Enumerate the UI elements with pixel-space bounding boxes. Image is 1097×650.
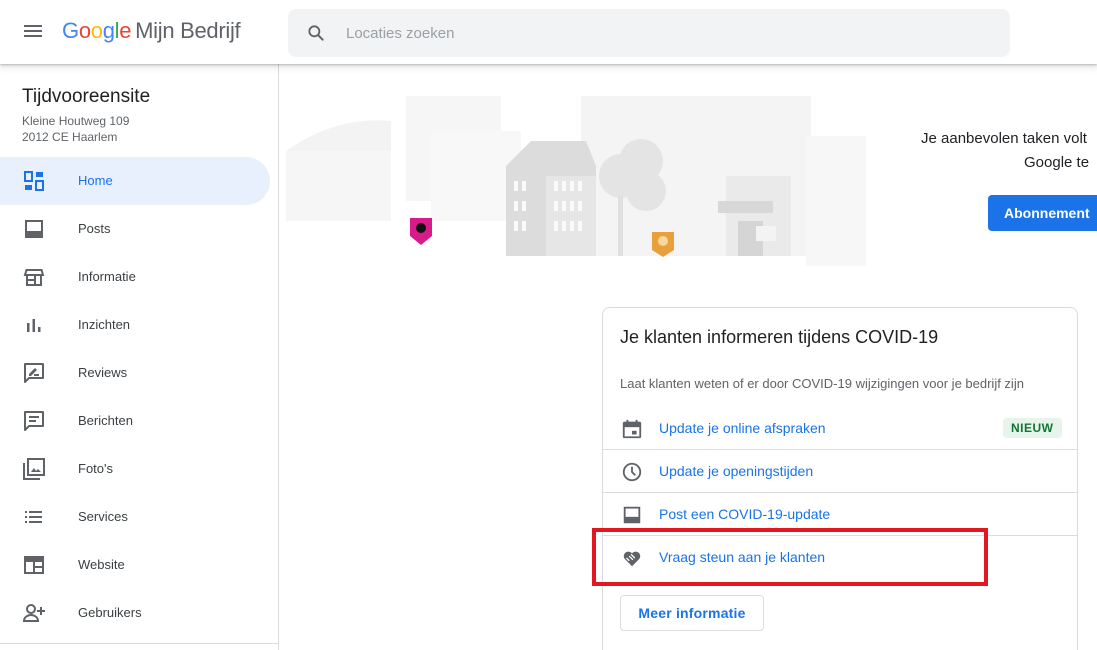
hamburger-bar	[24, 30, 42, 32]
add-user-icon	[22, 604, 45, 622]
app-header: Google Mijn Bedrijf	[0, 0, 1097, 64]
main-menu-button[interactable]	[22, 22, 46, 42]
card-subtitle: Laat klanten weten of er door COVID-19 w…	[620, 376, 1024, 391]
sidebar-item-services[interactable]: Services	[0, 493, 270, 541]
new-badge: NIEUW	[1003, 418, 1062, 438]
sidebar-item-reviews[interactable]: Reviews	[0, 349, 270, 397]
storefront-icon	[23, 269, 45, 286]
sidebar-item-home[interactable]: Home	[0, 157, 270, 205]
storefront-illustration	[286, 96, 866, 266]
sidebar-item-label: Services	[78, 509, 128, 524]
hamburger-bar	[24, 25, 42, 27]
messages-icon	[24, 411, 44, 431]
handshake-heart-icon	[623, 551, 641, 567]
reviews-icon	[24, 363, 44, 383]
product-name: Mijn Bedrijf	[135, 18, 241, 43]
search-input[interactable]	[346, 9, 986, 57]
sidebar-item-website[interactable]: Website	[0, 541, 270, 589]
update-appointments-row[interactable]: Update je online afspraken NIEUW	[603, 407, 1077, 450]
post-icon	[623, 506, 641, 524]
row-link[interactable]: Post een COVID-19-update	[659, 506, 830, 522]
website-icon	[24, 556, 44, 574]
dashboard-icon	[24, 171, 44, 191]
calendar-icon	[622, 419, 642, 439]
sidebar-item-label: Website	[78, 557, 125, 572]
row-link[interactable]: Update je openingstijden	[659, 463, 813, 479]
search-icon	[308, 25, 324, 41]
sidebar-nav: Home Posts Informatie Inzichten Reviews …	[0, 157, 279, 637]
post-covid-update-row[interactable]: Post een COVID-19-update	[603, 493, 1077, 536]
sidebar-item-label: Gebruikers	[78, 605, 142, 620]
promo-text-line1: Je aanbevolen taken volt	[921, 130, 1087, 147]
sidebar-item-berichten[interactable]: Berichten	[0, 397, 270, 445]
sidebar-item-label: Home	[78, 173, 113, 188]
sidebar-item-gebruikers[interactable]: Gebruikers	[0, 589, 270, 637]
sidebar-item-label: Berichten	[78, 413, 133, 428]
update-opening-hours-row[interactable]: Update je openingstijden	[603, 450, 1077, 493]
card-title: Je klanten informeren tijdens COVID-19	[620, 327, 939, 347]
business-address-line1: Kleine Houtweg 109	[22, 114, 130, 128]
sidebar-divider	[0, 643, 279, 644]
sidebar-item-label: Informatie	[78, 269, 136, 284]
row-link[interactable]: Update je online afspraken	[659, 420, 826, 436]
location-search-bar[interactable]	[288, 9, 1010, 57]
business-name: Tijdvooreensite	[22, 86, 151, 107]
list-icon	[25, 511, 42, 523]
sidebar-item-label: Foto's	[78, 461, 113, 476]
photos-icon	[23, 458, 45, 480]
hamburger-bar	[24, 35, 42, 37]
covid-info-card: Je klanten informeren tijdens COVID-19 L…	[602, 307, 1078, 650]
post-icon	[25, 220, 43, 238]
insights-icon	[27, 319, 41, 332]
sidebar: Tijdvooreensite Kleine Houtweg 109 2012 …	[0, 64, 279, 650]
sidebar-item-informatie[interactable]: Informatie	[0, 253, 270, 301]
sidebar-item-label: Reviews	[78, 365, 128, 380]
sidebar-item-posts[interactable]: Posts	[0, 205, 270, 253]
sidebar-item-fotos[interactable]: Foto's	[0, 445, 270, 493]
clock-icon	[622, 462, 642, 482]
ask-customer-support-row[interactable]: Vraag steun aan je klanten	[603, 536, 1077, 579]
google-my-business-logo[interactable]: Google Mijn Bedrijf	[62, 18, 241, 44]
sidebar-item-inzichten[interactable]: Inzichten	[0, 301, 270, 349]
promo-text-line2: Google te	[1024, 154, 1090, 171]
sidebar-item-label: Inzichten	[78, 317, 131, 332]
row-link[interactable]: Vraag steun aan je klanten	[659, 549, 825, 565]
subscribe-button[interactable]: Abonnement	[988, 195, 1097, 231]
more-info-button[interactable]: Meer informatie	[620, 595, 764, 631]
business-address-line2: 2012 CE Haarlem	[22, 130, 118, 144]
sidebar-item-label: Posts	[78, 221, 111, 236]
